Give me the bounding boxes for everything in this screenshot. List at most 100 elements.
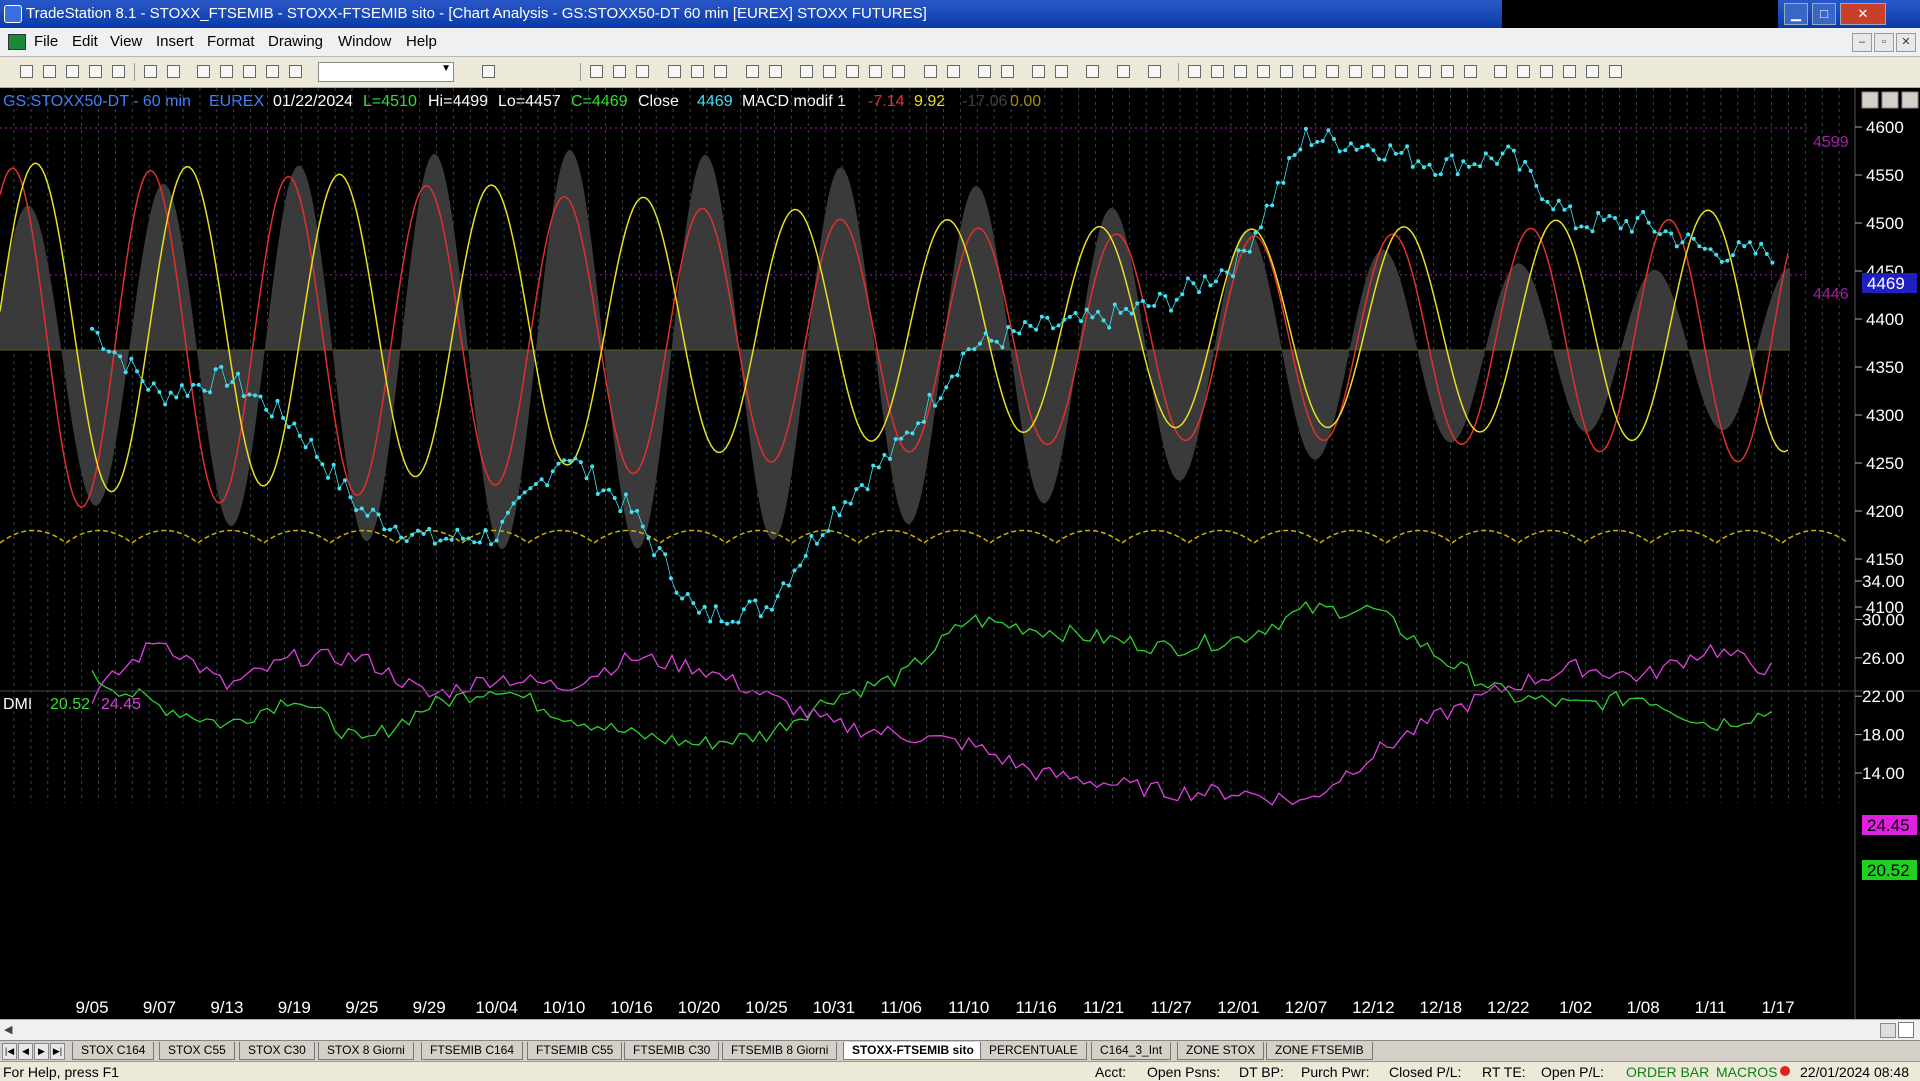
bar-chart-icon[interactable] bbox=[800, 65, 813, 78]
arrow-up-icon[interactable] bbox=[1540, 65, 1553, 78]
radar-icon[interactable] bbox=[769, 65, 782, 78]
mdi-restore-button[interactable]: ▫ bbox=[1874, 33, 1894, 52]
tab-ftsemib-8-giorni[interactable]: FTSEMIB 8 Giorni bbox=[722, 1042, 838, 1060]
menu-edit[interactable]: Edit bbox=[72, 33, 98, 50]
vertical-lines-icon[interactable] bbox=[1211, 65, 1224, 78]
lock-icon[interactable] bbox=[243, 65, 256, 78]
tab-zone-stox[interactable]: ZONE STOX bbox=[1177, 1042, 1265, 1060]
candle-chart-icon[interactable] bbox=[823, 65, 836, 78]
fibonacci-icon[interactable] bbox=[1257, 65, 1270, 78]
tab-stox-c164[interactable]: STOX C164 bbox=[72, 1042, 155, 1060]
chart-svg[interactable]: GS:STOXX50-DT - 60 min EUREX 01/22/2024 … bbox=[0, 88, 1920, 1024]
gann-icon[interactable] bbox=[1349, 65, 1362, 78]
option-icon[interactable] bbox=[1148, 65, 1161, 78]
point-chart-icon[interactable] bbox=[869, 65, 882, 78]
format-icon[interactable] bbox=[289, 65, 302, 78]
pane-minimize-button[interactable] bbox=[1861, 91, 1879, 109]
scroll-thumb[interactable] bbox=[1880, 1023, 1896, 1038]
chart-icon-2[interactable] bbox=[613, 65, 626, 78]
indicator-icon[interactable] bbox=[668, 65, 681, 78]
maximize-button[interactable]: □ bbox=[1812, 3, 1836, 25]
chart-icon-1[interactable] bbox=[590, 65, 603, 78]
status-macros[interactable]: MACROS bbox=[1716, 1064, 1777, 1080]
fan-lines-icon[interactable] bbox=[1303, 65, 1316, 78]
compress-icon[interactable] bbox=[924, 65, 937, 78]
tab-last-icon[interactable]: ▶| bbox=[50, 1043, 65, 1060]
hammer-icon[interactable] bbox=[1086, 65, 1099, 78]
open-icon[interactable] bbox=[43, 65, 56, 78]
text-icon[interactable] bbox=[1609, 65, 1622, 78]
channel-icon[interactable] bbox=[1326, 65, 1339, 78]
pen-icon[interactable] bbox=[1464, 65, 1477, 78]
status-order-bar[interactable]: ORDER BAR bbox=[1626, 1064, 1709, 1080]
symbol-combo[interactable]: ▼ bbox=[318, 62, 454, 82]
ruler-icon[interactable] bbox=[1395, 65, 1408, 78]
scroll-right-icon[interactable] bbox=[1898, 1022, 1914, 1038]
tab-stoxx-ftsemib-sito[interactable]: STOXX-FTSEMIB sito bbox=[843, 1042, 983, 1060]
speed-lines-icon[interactable] bbox=[1280, 65, 1293, 78]
menu-insert[interactable]: Insert bbox=[156, 33, 194, 50]
horizontal-lines-icon[interactable] bbox=[1234, 65, 1247, 78]
angle-icon[interactable] bbox=[1372, 65, 1385, 78]
line-chart-icon[interactable] bbox=[846, 65, 859, 78]
scanner-icon[interactable] bbox=[746, 65, 759, 78]
print-preview-icon[interactable] bbox=[167, 65, 180, 78]
tab-zone-ftsemib[interactable]: ZONE FTSEMIB bbox=[1266, 1042, 1373, 1060]
new-icon[interactable] bbox=[20, 65, 33, 78]
tab-prev-icon[interactable]: ◀ bbox=[18, 1043, 33, 1060]
reload-icon[interactable] bbox=[220, 65, 233, 78]
tab-first-icon[interactable]: |◀ bbox=[2, 1043, 17, 1060]
tab-stox-c30[interactable]: STOX C30 bbox=[239, 1042, 315, 1060]
tab-ftsemib-c164[interactable]: FTSEMIB C164 bbox=[421, 1042, 524, 1060]
arc-icon[interactable] bbox=[1494, 65, 1507, 78]
scroll-left-icon[interactable]: ◀ bbox=[4, 1023, 12, 1036]
tab-ftsemib-c30[interactable]: FTSEMIB C30 bbox=[624, 1042, 720, 1060]
crosshair-icon[interactable] bbox=[1055, 65, 1068, 78]
minimize-button[interactable]: ▁ bbox=[1784, 3, 1808, 25]
new-workspace-icon[interactable] bbox=[89, 65, 102, 78]
close-button[interactable]: ✕ bbox=[1840, 3, 1886, 25]
print-icon[interactable] bbox=[144, 65, 157, 78]
menu-file[interactable]: File bbox=[34, 33, 58, 50]
pane-close-button[interactable] bbox=[1901, 91, 1919, 109]
open-workspace-icon[interactable] bbox=[66, 65, 79, 78]
tab-stox-c55[interactable]: STOX C55 bbox=[159, 1042, 235, 1060]
date-tick-label: 9/29 bbox=[413, 998, 446, 1017]
menu-drawing[interactable]: Drawing bbox=[268, 33, 323, 50]
tools-icon[interactable] bbox=[266, 65, 279, 78]
tab-c164-3-int[interactable]: C164_3_Int bbox=[1091, 1042, 1172, 1060]
chart-area[interactable]: GS:STOXX50-DT - 60 min EUREX 01/22/2024 … bbox=[0, 88, 1920, 1024]
tab-next-icon[interactable]: ▶ bbox=[34, 1043, 49, 1060]
trendline-icon[interactable] bbox=[1188, 65, 1201, 78]
refresh-icon[interactable] bbox=[197, 65, 210, 78]
menu-window[interactable]: Window bbox=[338, 33, 391, 50]
mdi-close-button[interactable]: ✕ bbox=[1896, 33, 1916, 52]
horizontal-scrollbar[interactable]: ◀ bbox=[0, 1019, 1920, 1040]
zoom-in-icon[interactable] bbox=[978, 65, 991, 78]
cycle-icon[interactable] bbox=[1441, 65, 1454, 78]
chart-icon-3[interactable] bbox=[636, 65, 649, 78]
signal-icon[interactable] bbox=[714, 65, 727, 78]
menu-view[interactable]: View bbox=[110, 33, 142, 50]
strategy-icon[interactable] bbox=[691, 65, 704, 78]
volume-icon[interactable] bbox=[892, 65, 905, 78]
pointer-icon[interactable] bbox=[1032, 65, 1045, 78]
save-icon[interactable] bbox=[112, 65, 125, 78]
object-list-icon[interactable] bbox=[1117, 65, 1130, 78]
mdi-minimize-button[interactable]: – bbox=[1852, 33, 1872, 52]
tab-percentuale[interactable]: PERCENTUALE bbox=[980, 1042, 1087, 1060]
pane-restore-button[interactable] bbox=[1881, 91, 1899, 109]
tab-stox-8-giorni[interactable]: STOX 8 Giorni bbox=[318, 1042, 414, 1060]
menu-help[interactable]: Help bbox=[406, 33, 437, 50]
search-icon[interactable] bbox=[482, 65, 495, 78]
regression-icon[interactable] bbox=[1418, 65, 1431, 78]
rectangle-icon[interactable] bbox=[1586, 65, 1599, 78]
menu-format[interactable]: Format bbox=[207, 33, 255, 50]
ellipse-icon[interactable] bbox=[1563, 65, 1576, 78]
expand-icon[interactable] bbox=[947, 65, 960, 78]
tab-ftsemib-c55[interactable]: FTSEMIB C55 bbox=[527, 1042, 623, 1060]
chart-window-icon[interactable] bbox=[8, 34, 26, 50]
zoom-out-icon[interactable] bbox=[1001, 65, 1014, 78]
date-tick-label: 12/07 bbox=[1285, 998, 1328, 1017]
arrow-down-icon[interactable] bbox=[1517, 65, 1530, 78]
